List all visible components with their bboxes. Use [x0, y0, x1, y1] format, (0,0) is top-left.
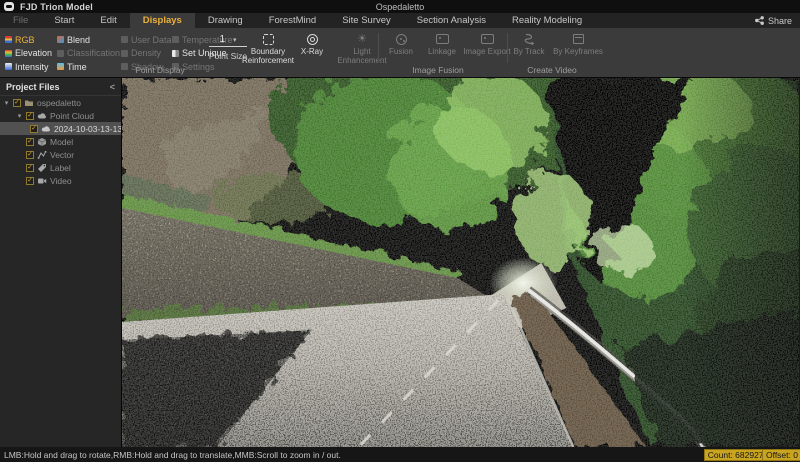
fusion-button[interactable]: Fusion: [381, 32, 421, 57]
checkbox[interactable]: ✓: [26, 138, 34, 146]
linkage-icon: [436, 34, 449, 44]
menu-reality-modeling[interactable]: Reality Modeling: [499, 13, 595, 28]
viewport-3d[interactable]: [122, 78, 799, 447]
by-keyframes-icon: [573, 34, 584, 44]
cloud-icon: [41, 124, 51, 134]
expander-icon[interactable]: ▾: [3, 99, 10, 107]
chevron-down-icon: ▾: [233, 36, 237, 44]
elevation-button[interactable]: Elevation: [5, 47, 55, 61]
folder-icon: [24, 98, 34, 108]
mouse-hint-text: LMB:Hold and drag to rotate,RMB:Hold and…: [0, 450, 341, 460]
share-icon: [755, 16, 764, 25]
by-track-button[interactable]: By Track: [509, 32, 549, 57]
user-data-button[interactable]: User Data: [121, 33, 170, 47]
point-display-group-label: Point Display: [105, 65, 215, 75]
classification-button[interactable]: Classification: [57, 47, 119, 61]
point-size-value: 1: [219, 34, 225, 45]
tree-item-scan-2024-10-03[interactable]: ✓ 2024-10-03-13-13-55_... ●: [0, 122, 121, 135]
tree-item-ospedaletto[interactable]: ▾ ✓ ospedaletto: [0, 96, 121, 109]
time-icon: [57, 63, 64, 70]
temperature-icon: [172, 36, 179, 43]
label-icon: [37, 163, 47, 173]
blend-icon: [57, 36, 64, 43]
rgb-icon: [5, 36, 12, 43]
checkbox[interactable]: ✓: [13, 99, 21, 107]
light-enhancement-icon: ☀: [357, 34, 367, 45]
menu-file[interactable]: File: [0, 13, 41, 28]
collapse-panel-icon[interactable]: <: [110, 82, 115, 92]
tree-item-label[interactable]: ✓ Label: [0, 161, 121, 174]
share-button[interactable]: Share: [755, 13, 792, 28]
fusion-icon: [396, 34, 407, 45]
cloud-icon: [37, 111, 47, 121]
image-export-icon: [481, 34, 494, 44]
intensity-button[interactable]: Intensity: [5, 60, 55, 74]
checkbox[interactable]: ✓: [26, 112, 34, 120]
linkage-button[interactable]: Linkage: [421, 32, 463, 57]
checkbox[interactable]: ✓: [30, 125, 38, 133]
menu-displays[interactable]: Displays: [130, 13, 195, 28]
user-data-icon: [121, 36, 128, 43]
density-button[interactable]: Density: [121, 47, 170, 61]
ribbon-toolbar: RGB Elevation Intensity Blend Classifica…: [0, 28, 800, 78]
by-track-icon: [523, 33, 535, 45]
boundary-reinforcement-button[interactable]: Boundary Reinforcement: [243, 32, 293, 65]
menu-edit[interactable]: Edit: [87, 13, 129, 28]
vector-icon: [37, 150, 47, 160]
image-export-button[interactable]: Image Export: [463, 32, 511, 57]
classification-icon: [57, 50, 64, 57]
x-ray-button[interactable]: X-Ray: [293, 32, 331, 65]
boundary-reinforcement-icon: [263, 34, 274, 45]
tree-item-point-cloud[interactable]: ▾ ✓ Point Cloud: [0, 109, 121, 122]
tree-item-vector[interactable]: ✓ Vector: [0, 148, 121, 161]
create-video-group-label: Create Video: [497, 65, 607, 75]
checkbox[interactable]: ✓: [26, 177, 34, 185]
density-icon: [121, 50, 128, 57]
image-fusion-group-label: Image Fusion: [383, 65, 493, 75]
model-icon: [37, 137, 47, 147]
checkbox[interactable]: ✓: [26, 151, 34, 159]
project-files-panel: Project Files < ▾ ✓ ospedaletto ▾ ✓ Poin…: [0, 78, 122, 447]
display-tools-group: Boundary Reinforcement X-Ray ☀ Light Enh…: [243, 32, 393, 65]
expander-icon[interactable]: ▾: [16, 112, 23, 120]
set-unique-icon: [172, 50, 179, 57]
rgb-button[interactable]: RGB: [5, 33, 55, 47]
menu-bar: File Start Edit Displays Drawing ForestM…: [0, 13, 800, 28]
title-bar: FJD Trion Model Ospedaletto: [0, 0, 800, 13]
create-video-group: By Track By Keyframes: [509, 32, 607, 57]
image-fusion-group: Fusion Linkage Image Export: [381, 32, 511, 57]
ribbon-separator: [378, 33, 379, 63]
intensity-icon: [5, 63, 12, 70]
video-icon: [37, 176, 47, 186]
x-ray-icon: [307, 34, 318, 45]
menu-section-analysis[interactable]: Section Analysis: [404, 13, 499, 28]
menu-start[interactable]: Start: [41, 13, 87, 28]
blend-button[interactable]: Blend: [57, 33, 119, 47]
menu-site-survey[interactable]: Site Survey: [329, 13, 404, 28]
share-label: Share: [768, 16, 792, 26]
tree-item-video[interactable]: ✓ Video: [0, 174, 121, 187]
point-cloud-scene: [122, 78, 799, 447]
project-files-title: Project Files: [6, 82, 60, 92]
document-title: Ospedaletto: [0, 2, 800, 12]
offset-badge: Offset: 0: [762, 449, 800, 461]
elevation-icon: [5, 50, 12, 57]
point-size-dropdown[interactable]: 1 ▾: [209, 34, 247, 47]
status-bar: LMB:Hold and drag to rotate,RMB:Hold and…: [0, 447, 800, 462]
checkbox[interactable]: ✓: [26, 164, 34, 172]
tree-item-model[interactable]: ✓ Model: [0, 135, 121, 148]
ribbon-separator: [507, 33, 508, 63]
by-keyframes-button[interactable]: By Keyframes: [549, 32, 607, 57]
menu-drawing[interactable]: Drawing: [195, 13, 256, 28]
menu-forestmind[interactable]: ForestMind: [256, 13, 330, 28]
